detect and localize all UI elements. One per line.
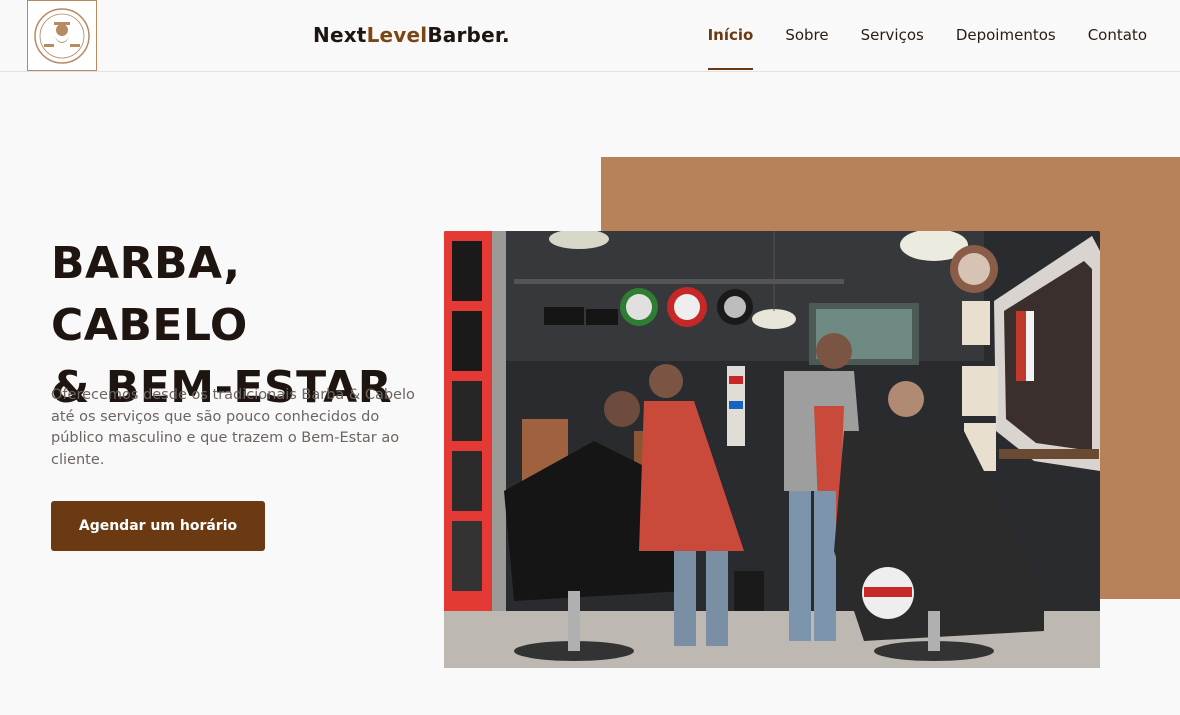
brand-name[interactable]: NextLevelBarber. <box>313 23 510 47</box>
brand-part-next: Next <box>313 23 367 47</box>
hero-description: Oferecemos desde os tradicionais Barba &… <box>51 387 415 468</box>
hero-title-line1: BARBA, CABELO <box>51 238 248 351</box>
site-header: NextLevelBarber. Início Sobre Serviços D… <box>0 0 1180 72</box>
brand-part-level: Level <box>366 23 428 47</box>
nav-item-servicos[interactable]: Serviços <box>861 26 924 70</box>
main-nav: Início Sobre Serviços Depoimentos Contat… <box>707 26 1147 70</box>
barber-logo-icon <box>34 7 90 64</box>
nav-item-sobre[interactable]: Sobre <box>785 26 828 70</box>
schedule-button[interactable]: Agendar um horário <box>51 501 265 551</box>
nav-item-depoimentos[interactable]: Depoimentos <box>956 26 1056 70</box>
nav-item-inicio[interactable]: Início <box>707 26 753 70</box>
brand-part-barber: Barber. <box>427 23 510 47</box>
nav-item-contato[interactable]: Contato <box>1088 26 1147 70</box>
barbershop-photo <box>444 231 1100 668</box>
logo[interactable] <box>27 0 97 71</box>
